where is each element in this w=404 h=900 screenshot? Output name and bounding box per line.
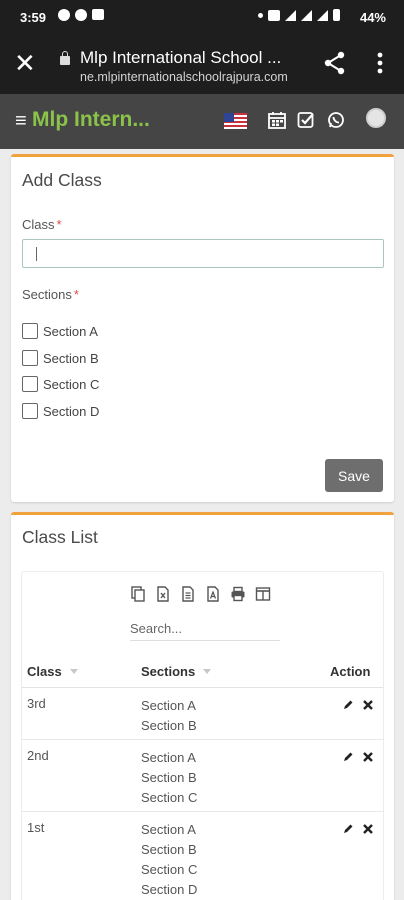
search-placeholder: Search... [130, 621, 183, 636]
edit-pencil-icon[interactable] [342, 823, 354, 835]
copy-icon[interactable] [130, 586, 146, 602]
class-list-card: Class List Search... Class Sections Acti… [11, 512, 394, 900]
class-cell: 2nd [27, 748, 49, 763]
section-d-label: Section D [43, 403, 100, 419]
sections-label: Sections * [22, 287, 79, 302]
close-icon[interactable]: ✕ [14, 50, 36, 76]
sections-cell: Section A Section B Section C Section D [141, 822, 198, 897]
whatsapp-icon[interactable] [327, 111, 345, 129]
sections-cell: Section A Section B [141, 698, 197, 733]
pdf-icon[interactable] [205, 586, 221, 602]
system-icons [258, 9, 340, 21]
wifi-icon [285, 9, 296, 21]
add-class-title: Add Class [22, 170, 102, 190]
delete-x-icon[interactable] [362, 699, 374, 711]
csv-icon[interactable] [180, 586, 196, 602]
print-icon[interactable] [230, 586, 246, 602]
calendar-icon[interactable] [268, 111, 286, 129]
edit-pencil-icon[interactable] [342, 699, 354, 711]
column-header-action: Action [330, 664, 371, 679]
table-row: 3rd Section A Section B [22, 688, 383, 740]
column-header-sections[interactable]: Sections [141, 664, 212, 679]
table-row: 2nd Section A Section B Section C [22, 740, 383, 812]
user-avatar-icon[interactable] [366, 108, 386, 128]
page-url[interactable]: ne.mlpinternationalschoolrajpura.com [80, 70, 288, 84]
us-flag-icon[interactable] [224, 113, 247, 129]
columns-icon[interactable] [255, 586, 271, 602]
status-time: 3:59 [20, 10, 47, 25]
section-a-label: Section A [43, 323, 98, 339]
data-icon [268, 9, 280, 21]
messenger-icon [75, 9, 87, 21]
section-a-checkbox[interactable] [22, 323, 38, 339]
gallery-icon [92, 9, 104, 20]
add-class-card: Add Class Class * Sections * Section A Sec… [11, 154, 394, 502]
section-c-label: Section C [43, 376, 100, 392]
section-b-label: Section B [43, 350, 99, 366]
section-a-option[interactable]: Section A [22, 322, 98, 340]
edit-pencil-icon[interactable] [342, 751, 354, 763]
class-cell: 1st [27, 820, 45, 835]
delete-x-icon[interactable] [362, 823, 374, 835]
brand-name[interactable]: Mlp Intern... [32, 108, 150, 132]
class-list-title: Class List [22, 527, 98, 547]
excel-icon[interactable] [155, 586, 171, 602]
battery-icon [333, 9, 340, 21]
browser-toolbar: ✕ Mlp International School ... ne.mlpint… [0, 34, 404, 94]
dot-icon [258, 12, 263, 18]
share-icon[interactable] [322, 50, 348, 76]
sections-cell: Section A Section B Section C [141, 750, 198, 805]
more-vert-icon[interactable] [370, 50, 390, 76]
class-label: Class * [22, 217, 62, 232]
status-bar: 3:59 44% [0, 0, 404, 34]
signal-icon [317, 9, 328, 21]
sort-icon [203, 669, 212, 674]
delete-x-icon[interactable] [362, 751, 374, 763]
section-b-option[interactable]: Section B [22, 349, 99, 367]
section-b-checkbox[interactable] [22, 350, 38, 366]
section-c-option[interactable]: Section C [22, 375, 99, 393]
check-square-icon[interactable] [297, 111, 315, 129]
search-input[interactable]: Search... [130, 619, 280, 641]
class-table: Search... Class Sections Action 3rd Sect… [21, 571, 384, 900]
app-header: ≡ Mlp Intern... [0, 94, 404, 149]
page-title: Mlp International School ... [80, 48, 282, 67]
battery-percent: 44% [359, 10, 386, 25]
hamburger-menu-icon[interactable]: ≡ [15, 109, 27, 133]
sort-icon [69, 669, 78, 674]
table-row: 1st Section A Section B Section C Sectio… [22, 812, 383, 900]
section-d-checkbox[interactable] [22, 403, 38, 419]
column-header-class[interactable]: Class [27, 664, 78, 679]
save-button[interactable]: Save [325, 459, 383, 492]
section-c-checkbox[interactable] [22, 376, 38, 392]
class-input[interactable] [22, 239, 384, 268]
signal-icon [301, 9, 312, 21]
notification-icons [58, 9, 104, 21]
section-d-option[interactable]: Section D [22, 402, 99, 420]
lock-icon [60, 51, 70, 65]
export-toolbar [130, 586, 271, 602]
chat-bubble-icon [58, 9, 70, 21]
class-cell: 3rd [27, 696, 46, 711]
